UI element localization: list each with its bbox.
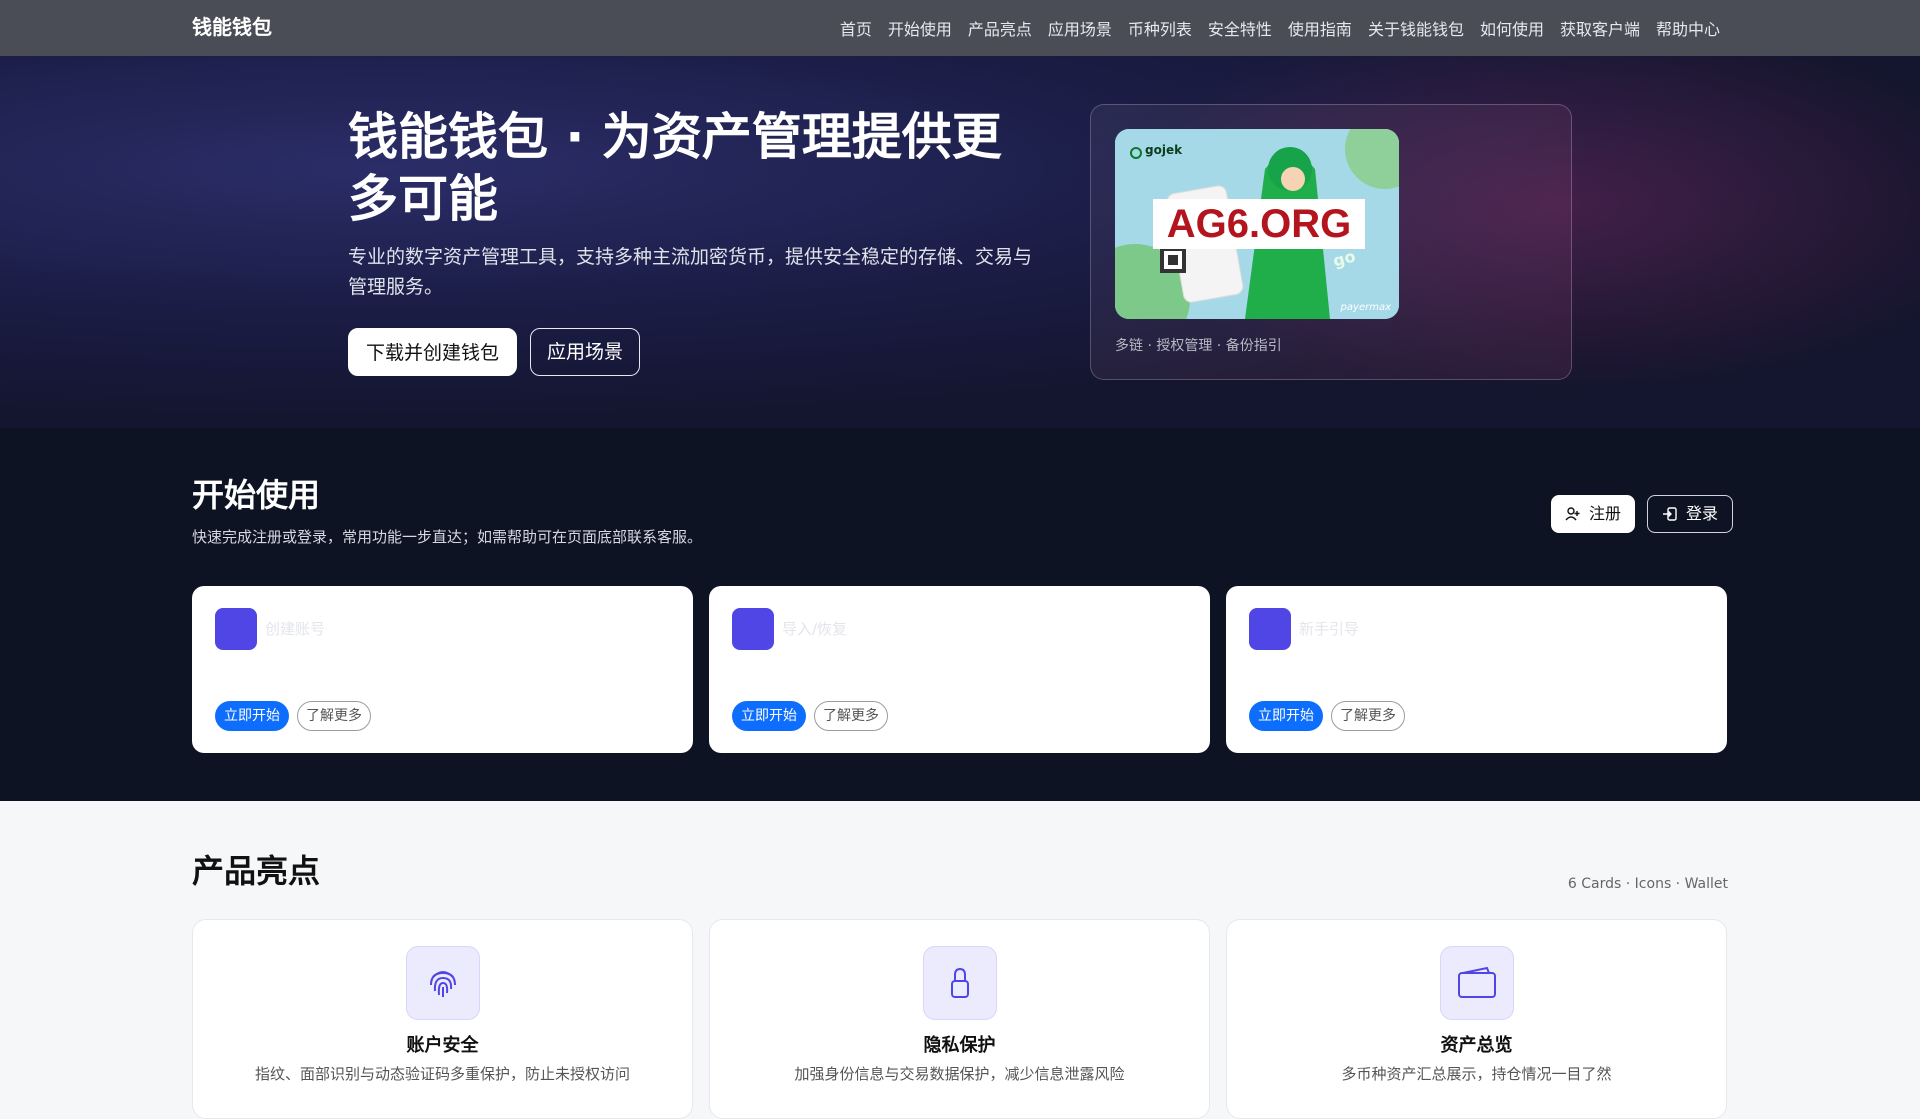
start-now-button[interactable]: 立即开始: [215, 701, 289, 731]
section-description: 快速完成注册或登录，常用功能一步直达；如需帮助可在页面底部联系客服。: [192, 528, 703, 546]
nav-link-home[interactable]: 首页: [840, 16, 872, 40]
learn-more-button[interactable]: 了解更多: [1331, 701, 1405, 731]
brand-logo[interactable]: 钱能钱包: [192, 0, 272, 56]
section-title: 开始使用: [192, 476, 321, 514]
download-create-wallet-button[interactable]: 下载并创建钱包: [348, 328, 518, 376]
highlights-title: 产品亮点: [192, 852, 321, 890]
highlight-text: 指纹、面部识别与动态验证码多重保护，防止未授权访问: [254, 1065, 630, 1083]
nav-link-download-client[interactable]: 获取客户端: [1560, 16, 1640, 40]
lock-icon: [923, 946, 997, 1020]
nav-link-help-center[interactable]: 帮助中心: [1656, 16, 1720, 40]
nav-link-how-to-use[interactable]: 如何使用: [1480, 16, 1544, 40]
start-now-button[interactable]: 立即开始: [732, 701, 806, 731]
login-button[interactable]: 登录: [1647, 495, 1734, 533]
highlight-name: 资产总览: [1440, 1035, 1513, 1056]
start-card-import-restore: 导入/恢复 立即开始 了解更多: [709, 586, 1210, 753]
start-card-beginner-guide: 新手引导 立即开始 了解更多: [1226, 586, 1727, 753]
highlights-section: 产品亮点 6 Cards · Icons · Wallet 账户安全 指纹、面部…: [0, 801, 1920, 1119]
nav-link-get-started[interactable]: 开始使用: [888, 16, 952, 40]
nav-links: 首页 开始使用 产品亮点 应用场景 币种列表 安全特性 使用指南 关于钱能钱包 …: [840, 0, 1720, 56]
fingerprint-icon: [406, 946, 480, 1020]
nav-link-highlights[interactable]: 产品亮点: [968, 16, 1032, 40]
login-label: 登录: [1686, 504, 1719, 523]
highlight-name: 隐私保护: [923, 1035, 996, 1056]
payermax-logo-text: payermax: [1340, 302, 1391, 313]
login-icon: [1663, 507, 1677, 521]
top-navbar: 钱能钱包 首页 开始使用 产品亮点 应用场景 币种列表 安全特性 使用指南 关于…: [0, 0, 1920, 56]
promo-image: gojek AG6.ORG payermax go: [1115, 129, 1399, 319]
watermark-text: AG6.ORG: [1166, 202, 1352, 246]
nav-link-guide[interactable]: 使用指南: [1288, 16, 1352, 40]
wallet-icon: [1440, 946, 1514, 1020]
highlight-card-account-security: 账户安全 指纹、面部识别与动态验证码多重保护，防止未授权访问: [192, 919, 693, 1119]
card-icon-square: [732, 608, 774, 650]
card-icon-square: [1249, 608, 1291, 650]
nav-link-security[interactable]: 安全特性: [1208, 16, 1272, 40]
highlight-card-asset-overview: 资产总览 多币种资产汇总展示，持仓情况一目了然: [1226, 919, 1727, 1119]
card-title: 创建账号: [265, 620, 326, 638]
nav-link-coin-list[interactable]: 币种列表: [1128, 16, 1192, 40]
get-started-section: 开始使用 快速完成注册或登录，常用功能一步直达；如需帮助可在页面底部联系客服。 …: [0, 428, 1920, 801]
register-button[interactable]: 注册: [1551, 495, 1636, 533]
start-card-create-account: 创建账号 立即开始 了解更多: [192, 586, 693, 753]
hero-subtitle: 专业的数字资产管理工具，支持多种主流加密货币，提供安全稳定的存储、交易与管理服务…: [348, 246, 1033, 298]
learn-more-button[interactable]: 了解更多: [297, 701, 371, 731]
add-user-icon: [1565, 507, 1580, 521]
nav-link-scenarios[interactable]: 应用场景: [1048, 16, 1112, 40]
hero-title: 钱能钱包 · 为资产管理提供更多可能: [348, 108, 1002, 228]
scenarios-button[interactable]: 应用场景: [530, 328, 641, 376]
gojek-logo-text: gojek: [1145, 143, 1183, 157]
hero-card-caption: 多链 · 授权管理 · 备份指引: [1115, 338, 1282, 354]
learn-more-button[interactable]: 了解更多: [814, 701, 888, 731]
card-title: 新手引导: [1299, 620, 1360, 638]
highlights-meta: 6 Cards · Icons · Wallet: [1567, 876, 1728, 892]
highlight-text: 加强身份信息与交易数据保护，减少信息泄露风险: [794, 1065, 1125, 1083]
hero-card: gojek AG6.ORG payermax go 多链 · 授权管理 · 备份…: [1090, 104, 1572, 380]
highlight-name: 账户安全: [406, 1035, 479, 1056]
card-icon-square: [215, 608, 257, 650]
hero-section: 钱能钱包 · 为资产管理提供更多可能 专业的数字资产管理工具，支持多种主流加密货…: [0, 56, 1920, 428]
highlight-text: 多币种资产汇总展示，持仓情况一目了然: [1341, 1065, 1612, 1083]
highlight-card-privacy: 隐私保护 加强身份信息与交易数据保护，减少信息泄露风险: [709, 919, 1210, 1119]
register-label: 注册: [1589, 504, 1622, 523]
start-now-button[interactable]: 立即开始: [1249, 701, 1323, 731]
card-title: 导入/恢复: [782, 620, 848, 638]
nav-link-about[interactable]: 关于钱能钱包: [1368, 16, 1464, 40]
